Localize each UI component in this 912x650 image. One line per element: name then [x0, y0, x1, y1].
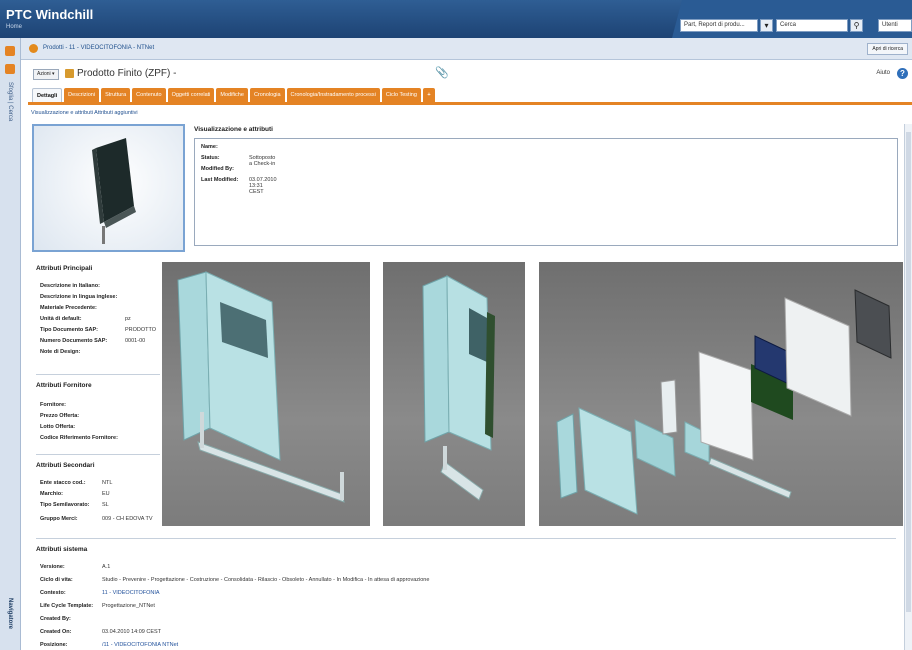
cad-render-partial: [383, 262, 525, 526]
search-icon[interactable]: ⚲: [850, 19, 863, 32]
cad-render-exploded: [539, 262, 903, 526]
search-input[interactable]: Cerca: [776, 19, 848, 32]
attr-row: Descrizione in Italiano:: [40, 283, 100, 289]
navigator-pin-icon[interactable]: [5, 64, 15, 74]
search-area: Part, Report di produ... ▾ Cerca ⚲ Utent…: [672, 0, 912, 38]
open-search-button[interactable]: Apri di ricerca: [867, 43, 908, 55]
part-thumbnail[interactable]: [32, 124, 185, 252]
left-navigator: Sfoglia | Cerca Navigatore: [0, 38, 21, 650]
add-tab-button[interactable]: +: [422, 88, 435, 102]
visualization-attributes-box: Name: Status: Sottoposto a Check-in Modif…: [194, 138, 898, 246]
user-menu-button[interactable]: Utenti: [878, 19, 912, 32]
attr-row: Codice Riferimento Fornitore:: [40, 435, 118, 441]
actions-menu-button[interactable]: Azioni ▾: [33, 69, 59, 80]
breadcrumb-bar: Prodotti - 11 - VIDEOCITOFONIA - NTNet A…: [21, 38, 912, 60]
attr-row: Lotto Offerta:: [40, 424, 76, 430]
attr-row: Marchio: EU: [40, 491, 110, 497]
scrollbar-thumb[interactable]: [906, 132, 911, 612]
navigator-expand-icon[interactable]: [5, 46, 15, 56]
attr-row: Materiale Precedente:: [40, 305, 97, 311]
attr-row: Versione: A.1: [40, 564, 111, 570]
attr-row: Created By:: [40, 616, 71, 622]
attr-row: Descrizione in lingua inglese:: [40, 294, 118, 300]
tab-dettagli[interactable]: Dettagli: [32, 88, 63, 102]
tab-bar: Dettagli Descrizioni Struttura Contenuto…: [32, 88, 435, 102]
attr-row: Ciclo di vita: Studio - Prevenire - Proge…: [40, 577, 430, 583]
divider: [36, 374, 160, 375]
attr-row: Prezzo Offerta:: [40, 413, 80, 419]
tab-contenuto[interactable]: Contenuto: [132, 88, 166, 102]
panel-attributi-sistema[interactable]: Attributi sistema: [36, 546, 87, 553]
app-header: PTC Windchill Home Part, Report di produ…: [0, 0, 912, 38]
attr-name: Name:: [201, 144, 218, 150]
attr-modified-by: Modified By:: [201, 166, 234, 172]
divider: [36, 454, 160, 455]
vertical-scrollbar[interactable]: [904, 124, 912, 650]
home-icon[interactable]: [29, 44, 38, 53]
panel-attributi-fornitore[interactable]: Attributi Fornitore: [36, 382, 92, 389]
navigator-label[interactable]: Sfoglia | Cerca: [7, 82, 13, 121]
cad-render-assembled: [162, 262, 370, 526]
attr-row: Life Cycle Template: Progettazione_NTNet: [40, 603, 155, 609]
help-link[interactable]: Aiuto: [876, 70, 890, 76]
navigator-footer-label[interactable]: Navigatore: [7, 598, 13, 629]
part-type-icon: [65, 69, 74, 78]
attr-last-modified: Last Modified: 03.07.2010 13:31 CEST: [201, 177, 277, 195]
object-header: Azioni ▾ Prodotto Finito (ZPF) - 📎 Aiuto…: [21, 60, 912, 88]
attr-row: Posizione:/11 - VIDEOCITOFONIA NTNet: [40, 642, 179, 648]
context-link[interactable]: 11 - VIDEOCITOFONIA: [102, 590, 160, 596]
tab-oggetti-correlati[interactable]: Oggetti correlati: [167, 88, 215, 102]
tab-ciclo-testing[interactable]: Ciclo Testing: [381, 88, 421, 102]
attr-status: Status: Sottoposto a Check-in: [201, 155, 276, 167]
attr-row: Numero Documento SAP: 0001-00: [40, 338, 146, 344]
attr-row: Gruppo Merci: 009 - CH EDOVA TV: [40, 516, 153, 522]
chevron-down-icon[interactable]: ▾: [760, 19, 773, 32]
app-logo: PTC Windchill: [6, 7, 94, 22]
tab-struttura[interactable]: Struttura: [101, 88, 131, 102]
attr-row: Tipo Semilavorato: SL: [40, 502, 109, 508]
attr-row: Fornitore:: [40, 402, 66, 408]
attr-row: Unità di default: pz: [40, 316, 131, 322]
page-title: Prodotto Finito (ZPF) -: [77, 68, 177, 79]
attr-row: Tipo Documento SAP: PRODOTTO: [40, 327, 157, 333]
attr-row: Created On: 03.04.2010 14:09 CEST: [40, 629, 162, 635]
panel-attributi-secondari[interactable]: Attributi Secondari: [36, 462, 95, 469]
attr-row: Ente stacco cod.: NTL: [40, 480, 113, 486]
attr-row: Note di Design:: [40, 349, 81, 355]
tab-cronologia[interactable]: Cronologia: [249, 88, 285, 102]
breadcrumb[interactable]: Prodotti - 11 - VIDEOCITOFONIA - NTNet: [43, 45, 154, 51]
visualization-title: Visualizzazione e attributi: [194, 126, 273, 133]
panel-attributi-principali[interactable]: Attributi Principali: [36, 265, 92, 272]
search-scope-select[interactable]: Part, Report di produ...: [680, 19, 758, 32]
attr-row: Contesto: 11 - VIDEOCITOFONIA: [40, 590, 160, 596]
help-icon[interactable]: ?: [897, 68, 908, 79]
tab-cronologia-instradamento[interactable]: Cronologia/Instradamento processi: [286, 88, 380, 102]
tab-modifiche[interactable]: Modifiche: [216, 88, 248, 102]
section-links[interactable]: Visualizzazione e attributi Attributi ag…: [31, 110, 138, 116]
location-link[interactable]: /11 - VIDEOCITOFONIA NTNet: [102, 642, 178, 648]
attachment-icon[interactable]: 📎: [435, 66, 449, 79]
tab-descrizioni[interactable]: Descrizioni: [64, 88, 100, 102]
divider: [36, 538, 896, 539]
home-link[interactable]: Home: [6, 24, 22, 30]
tab-underline: [28, 102, 912, 105]
